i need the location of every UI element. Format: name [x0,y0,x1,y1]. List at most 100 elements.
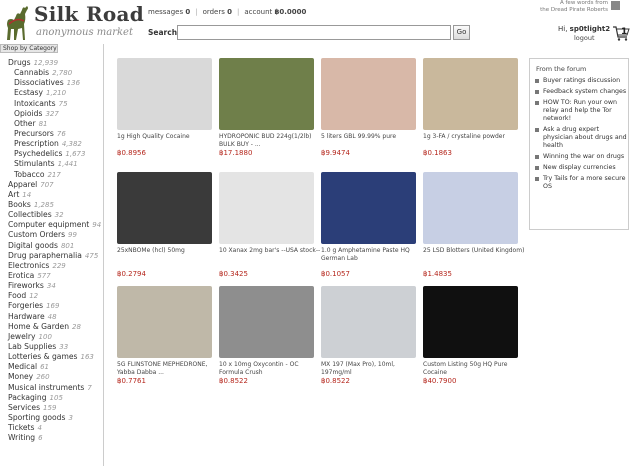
sidebar-item[interactable]: Services 159 [0,403,104,413]
oc-pills-image[interactable] [219,286,314,358]
sidebar-item[interactable]: Dissociatives 136 [0,78,104,88]
category-name: Stimulants [14,159,55,169]
sidebar-item[interactable]: Packaging 105 [0,393,104,403]
product-name[interactable]: HYDROPONIC BUD 224g(1/2lb) BULK BUY - ..… [219,133,323,148]
forum-item[interactable]: Try Tails for a more secure OS [535,175,628,191]
sidebar-item[interactable]: Ecstasy 1,210 [0,88,104,98]
username[interactable]: sp0tlight2 [570,25,610,33]
lsd-blotter-image[interactable] [423,172,518,244]
forum-item[interactable]: Ask a drug expert physician about drugs … [535,126,628,150]
logout-link[interactable]: logout [574,34,595,42]
category-count: 4 [37,424,42,433]
sidebar-item[interactable]: Stimulants 1,441 [0,159,104,169]
category-count: 81 [38,119,48,128]
product-name[interactable]: Custom Listing 50g HQ Pure Cocaine [423,361,527,376]
sidebar-item[interactable]: Prescription 4,382 [0,139,104,149]
product-name[interactable]: 25 LSD Blotters (United Kingdom) [423,247,527,255]
sidebar-item[interactable]: Intoxicants 75 [0,99,104,109]
sidebar-item[interactable]: Money 260 [0,372,104,382]
cannabis-buds-image[interactable] [219,58,314,130]
category-count: 3 [68,413,73,422]
product-name[interactable]: 1.0 g Amphetamine Paste HQ German Lab [321,247,425,262]
sidebar-item[interactable]: Electronics 229 [0,261,104,271]
category-name: Ecstasy [14,88,44,98]
sidebar-item[interactable]: Opioids 327 [0,109,104,119]
product-price: ฿0.8522 [219,377,248,385]
news-icon[interactable] [611,1,620,10]
forum-item[interactable]: Feedback system changes [535,88,628,96]
rock-image[interactable] [423,286,518,358]
search-input[interactable] [177,25,451,40]
product-name[interactable]: MX 197 (Max Pro), 10ml, 197mg/ml [321,361,425,376]
nav-orders[interactable]: orders 0 [203,8,232,16]
crystals-image[interactable] [117,286,212,358]
product-name[interactable]: 10 Xanax 2mg bar's --USA stock-- [219,247,323,255]
product-name[interactable]: 10 x 10mg Oxycontin - OC Formula Crush [219,361,323,376]
news-link[interactable]: A few words from the Dread Pirate Robert… [540,0,608,14]
go-button[interactable]: Go [453,25,470,40]
category-name: Psychedelics [14,149,63,159]
category-count: 33 [59,342,69,351]
sidebar-item[interactable]: Lotteries & games 163 [0,352,104,362]
forum-item[interactable]: New display currencies [535,164,628,172]
sidebar-item[interactable]: Jewelry 100 [0,332,104,342]
product-price: ฿0.2794 [117,270,146,278]
forum-box: From the forum Buyer ratings discussion F… [529,58,629,230]
product-name[interactable]: 1g High Quality Cocaine [117,133,221,141]
sidebar-item[interactable]: Custom Orders 99 [0,230,104,240]
sidebar-item[interactable]: Apparel 707 [0,180,104,190]
sidebar-item[interactable]: Fireworks 34 [0,281,104,291]
user-greeting: Hi, sp0tlight2 [558,25,611,33]
category-count: 217 [47,170,61,179]
product-price: ฿0.3425 [219,270,248,278]
nav-account[interactable]: account ฿0.0000 [244,8,306,16]
vials-image[interactable] [321,286,416,358]
product-name[interactable]: 25xNBOMe (hcl) 50mg [117,247,221,255]
express-envelope-image[interactable] [321,172,416,244]
sidebar-item[interactable]: Art 14 [0,190,104,200]
sidebar-item[interactable]: Sporting goods 3 [0,413,104,423]
sidebar-item[interactable]: Food 12 [0,291,104,301]
category-name: Erotica [8,270,35,280]
sidebar-item[interactable]: Precursors 76 [0,129,104,139]
sidebar-item[interactable]: Other 81 [0,119,104,129]
sidebar-item[interactable]: Collectibles 32 [0,210,104,220]
category-count: 100 [38,332,52,341]
sidebar-item[interactable]: Lab Supplies 33 [0,342,104,352]
sidebar-item[interactable]: Books 1,285 [0,200,104,210]
product-name[interactable]: 1g 3-FA / crystaline powder [423,133,527,141]
sidebar-item[interactable]: Musical instruments 7 [0,383,104,393]
brand-title[interactable]: Silk Road [34,2,144,26]
sidebar-item[interactable]: Home & Garden 28 [0,322,104,332]
product-name[interactable]: 5G FLINSTONE MEPHEDRONE, Yabba Dabba ... [117,361,221,376]
sidebar-item[interactable]: Medical 61 [0,362,104,372]
sidebar-item[interactable]: Forgeries 169 [0,301,104,311]
scale-image[interactable] [117,172,212,244]
cart-count[interactable]: 1 [621,27,627,37]
xanax-bars-image[interactable] [219,172,314,244]
category-sidebar: Shop by Category Drugs 12,939 Cannabis 2,78… [0,44,104,466]
budshop-leaf-image[interactable] [117,58,212,130]
sidebar-item[interactable]: Hardware 48 [0,312,104,322]
sidebar-item[interactable]: Writing 6 [0,433,104,443]
sidebar-item[interactable]: Digital goods 801 [0,241,104,251]
sidebar-item[interactable]: Computer equipment 94 [0,220,104,230]
sidebar-item[interactable]: Tickets 4 [0,423,104,433]
camel-logo-icon[interactable] [3,2,31,42]
blotter-sheet-image[interactable] [423,58,518,130]
sidebar-item[interactable]: Psychedelics 1,673 [0,149,104,159]
category-name: Sporting goods [8,412,66,422]
category-count: 61 [40,363,50,372]
sidebar-item[interactable]: Erotica 577 [0,271,104,281]
bags-image[interactable] [321,58,416,130]
nav-messages[interactable]: messages 0 [148,8,190,16]
sidebar-item[interactable]: Tobacco 217 [0,170,104,180]
forum-item[interactable]: HOW TO: Run your own relay and help the … [535,99,628,123]
forum-item[interactable]: Winning the war on drugs [535,153,628,161]
product-name[interactable]: 5 liters GBL 99.99% pure [321,133,425,141]
sidebar-item[interactable]: Drug paraphernalia 475 [0,251,104,261]
forum-item[interactable]: Buyer ratings discussion [535,77,628,85]
sidebar-item[interactable]: Cannabis 2,780 [0,68,104,78]
sidebar-item[interactable]: Drugs 12,939 [0,58,104,68]
category-count: 1,441 [57,160,78,169]
